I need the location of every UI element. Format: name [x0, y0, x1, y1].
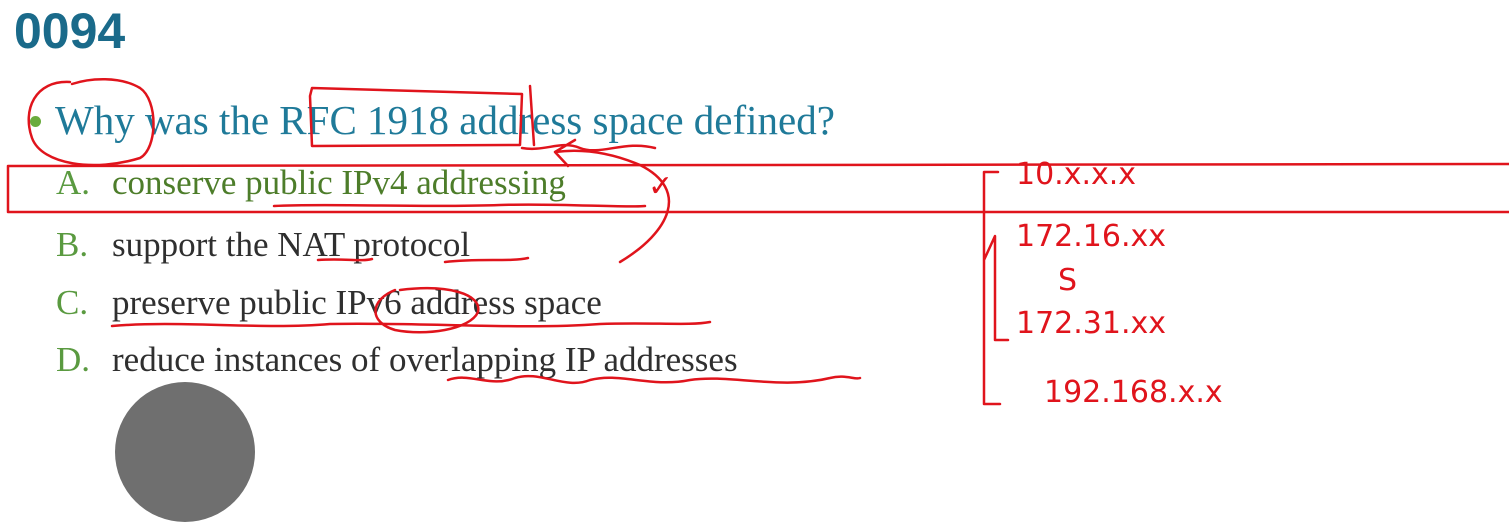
ink-bracket [982, 170, 1010, 406]
option-letter: D. [56, 340, 91, 379]
option-text: conserve public IPv4 addressing [112, 163, 566, 202]
option-a[interactable]: A. conserve public IPv4 addressing [56, 163, 566, 203]
range-to: S [1058, 263, 1077, 298]
option-letter: A. [56, 163, 91, 202]
option-d[interactable]: D. reduce instances of overlapping IP add… [56, 340, 738, 380]
option-text: reduce instances of overlapping IP addre… [112, 340, 738, 379]
range-172-31: 172.31.xx [1016, 306, 1166, 341]
option-text: preserve public IPv6 address space [112, 283, 602, 322]
range-10: 10.x.x.x [1016, 157, 1136, 192]
option-b[interactable]: B. support the NAT protocol [56, 225, 470, 265]
ink-underline-a [272, 203, 647, 208]
question-text: Why was the RFC 1918 address space defin… [55, 97, 835, 143]
option-letter: B. [56, 225, 89, 264]
ink-arrow [553, 138, 671, 264]
option-c[interactable]: C. preserve public IPv6 address space [56, 283, 602, 323]
ink-wave-address [520, 143, 657, 152]
bullet-icon [30, 116, 41, 127]
avatar [115, 382, 255, 522]
range-172-16: 172.16.xx [1016, 219, 1166, 254]
option-letter: C. [56, 283, 89, 322]
option-text: support the NAT protocol [112, 225, 471, 264]
question-number: 0094 [14, 3, 126, 59]
range-192-168: 192.168.x.x [1044, 375, 1223, 410]
check-icon: ✓ [648, 169, 673, 204]
